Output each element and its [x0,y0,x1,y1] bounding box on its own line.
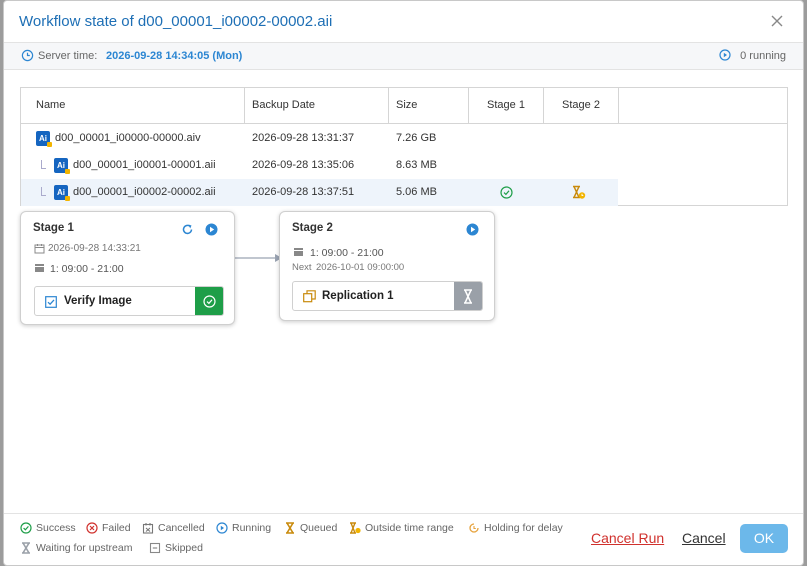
legend-cancelled-label: Cancelled [158,522,205,534]
stage-2-card: Stage 2 1: 09:00 - 21:00 Next 2026-10-01… [279,211,495,321]
refresh-icon[interactable] [181,223,194,236]
stage-2-schedule: 1: 09:00 - 21:00 [310,247,384,259]
tree-connector [41,160,46,169]
cancelled-icon [142,523,154,534]
task-status-success [195,287,223,315]
image-file-icon: Ai [54,185,70,201]
legend-queued-label: Queued [300,522,338,534]
outside-time-range-icon [350,522,361,534]
tree-connector [41,187,46,196]
schedule-calendar-icon [294,248,303,256]
cancel-run-button[interactable]: Cancel Run [591,530,664,546]
checkbox-icon [45,296,57,308]
row-name: d00_00001_i00001-00001.aii [73,159,216,171]
row-size: 7.26 GB [396,132,437,144]
outside-time-range-icon [573,185,586,199]
replication-task[interactable]: Replication 1 [292,281,483,311]
server-info-bar: Server time: 2026-09-28 14:34:05 (Mon) 0… [4,43,803,70]
legend-success-label: Success [36,522,76,534]
task-status-waiting [454,282,482,310]
close-icon[interactable] [769,13,785,29]
row-name: d00_00001_i00000-00000.aiv [55,132,201,144]
stage-2-title: Stage 2 [292,222,333,234]
row-size: 8.63 MB [396,159,437,171]
backup-grid: Name Backup Date Size Stage 1 Stage 2 Ai… [20,87,788,206]
row-size: 5.06 MB [396,186,437,198]
row-backup-date: 2026-09-28 13:37:51 [252,186,355,198]
clock-icon [21,49,34,62]
schedule-calendar-icon [35,264,44,272]
hourglass-icon [464,289,472,304]
queued-hourglass-icon [286,522,294,534]
row-backup-date: 2026-09-28 13:35:06 [252,159,355,171]
replication-icon [303,290,316,303]
column-header-backup-date[interactable]: Backup Date [245,88,389,124]
task-name: Replication 1 [322,290,394,302]
running-icon [719,49,731,61]
skipped-icon [149,542,161,554]
stage-connector-arrow [235,254,282,262]
stage-1-title: Stage 1 [33,222,74,234]
legend-running-label: Running [232,522,272,534]
grid-header: Name Backup Date Size Stage 1 Stage 2 [21,88,787,124]
success-icon [20,522,32,534]
success-icon [500,186,513,199]
failed-icon [86,522,98,534]
table-row-selected[interactable]: Ai d00_00001_i00002-00002.aii 2026-09-28… [21,179,618,206]
row-backup-date: 2026-09-28 13:31:37 [252,132,355,144]
task-name: Verify Image [64,295,132,307]
row-name: d00_00001_i00002-00002.aii [73,186,216,198]
success-icon [203,295,216,308]
run-icon[interactable] [205,223,218,236]
column-header-stage-1[interactable]: Stage 1 [469,88,544,124]
column-header-stage-2[interactable]: Stage 2 [544,88,619,124]
legend-waiting-for-upstream-label: Waiting for upstream [36,542,133,554]
running-count: 0 running [740,50,786,62]
running-icon [216,522,228,534]
cancel-button[interactable]: Cancel [682,530,726,546]
table-row[interactable]: Ai d00_00001_i00001-00001.aii 2026-09-28… [21,152,618,179]
server-time-label: Server time: [38,50,98,62]
dialog-title: Workflow state of d00_00001_i00002-00002… [19,13,333,30]
next-run-label: Next [292,262,312,273]
image-file-icon: Ai [36,131,52,147]
column-header-size[interactable]: Size [389,88,469,124]
last-run-calendar-icon [34,244,45,254]
legend-holding-for-delay-label: Holding for delay [484,522,563,534]
verify-image-task[interactable]: Verify Image [34,286,224,316]
server-time-value: 2026-09-28 14:34:05 (Mon) [106,50,243,62]
stage-1-card: Stage 1 2026-09-28 14:33:21 1: 09:00 - 2… [20,211,235,325]
legend-outside-time-range-label: Outside time range [365,522,454,534]
next-run-value: 2026-10-01 09:00:00 [316,262,405,273]
waiting-hourglass-icon [22,542,30,554]
workflow-state-dialog: Workflow state of d00_00001_i00002-00002… [3,0,804,566]
legend-failed-label: Failed [102,522,131,534]
stage-1-schedule: 1: 09:00 - 21:00 [50,263,124,275]
image-file-icon: Ai [54,158,70,174]
stage-1-last-run: 2026-09-28 14:33:21 [48,243,141,254]
column-header-name[interactable]: Name [21,88,245,124]
legend-skipped-label: Skipped [165,542,203,554]
ok-button[interactable]: OK [740,524,788,553]
holding-for-delay-icon [469,523,479,533]
run-icon[interactable] [466,223,479,236]
dialog-titlebar: Workflow state of d00_00001_i00002-00002… [4,1,803,43]
table-row[interactable]: Ai d00_00001_i00000-00000.aiv 2026-09-28… [21,125,618,152]
